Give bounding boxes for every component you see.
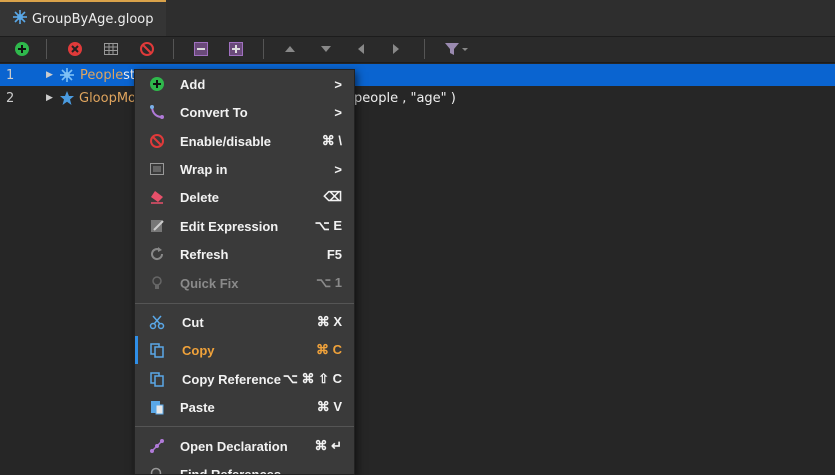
toolbar-separator: [263, 39, 264, 59]
node-text: people , "age" ): [354, 91, 456, 106]
search-icon: [149, 466, 165, 475]
up-arrow-icon[interactable]: [280, 39, 300, 59]
add-icon: [149, 76, 165, 92]
toolbar-separator: [173, 39, 174, 59]
tab-groupbyage[interactable]: GroupByAge.gloop: [0, 0, 166, 36]
menu-item-copy[interactable]: Copy ⌘ C: [135, 336, 354, 364]
node-name: People: [80, 68, 123, 83]
star-icon: [59, 90, 75, 110]
expand-triangle-icon[interactable]: ▶: [46, 93, 53, 103]
menu-item-paste[interactable]: Paste ⌘ V: [135, 393, 354, 421]
menu-item-convert-to[interactable]: Convert To >: [135, 98, 354, 126]
convert-icon: [149, 104, 165, 120]
tree-row[interactable]: 2 ▶ GloopMo people , "age" ): [0, 87, 835, 109]
menu-item-enable-disable[interactable]: Enable/disable ⌘ \: [135, 127, 354, 155]
toolbar-separator: [46, 39, 47, 59]
line-number: 2: [6, 91, 36, 106]
disable-icon: [149, 133, 165, 149]
menu-item-edit-expression[interactable]: Edit Expression ⌥ E: [135, 212, 354, 240]
toolbar-separator: [424, 39, 425, 59]
menu-item-quick-fix[interactable]: Quick Fix ⌥ 1: [135, 269, 354, 297]
down-arrow-icon[interactable]: [316, 39, 336, 59]
edit-icon: [149, 218, 165, 234]
left-arrow-icon[interactable]: [351, 39, 371, 59]
node-text: st: [119, 68, 135, 83]
menu-item-delete[interactable]: Delete ⌫: [135, 183, 354, 211]
filter-icon[interactable]: [442, 39, 470, 59]
eraser-icon: [149, 189, 165, 205]
copy-reference-icon: [149, 371, 165, 387]
editor[interactable]: 1 ▶ People st 2 ▶ GloopMo people , "age"…: [0, 63, 835, 473]
expand-icon[interactable]: [226, 39, 246, 59]
context-menu: Add > Convert To > Enable/disable ⌘ \ Wr…: [134, 69, 355, 475]
menu-separator: [135, 303, 354, 304]
lightbulb-icon: [149, 275, 165, 291]
add-icon[interactable]: [12, 39, 32, 59]
gloop-service-icon: [12, 9, 28, 29]
menu-item-refresh[interactable]: Refresh F5: [135, 240, 354, 268]
refresh-icon: [149, 246, 165, 262]
wrap-icon: [149, 161, 165, 177]
menu-separator: [135, 426, 354, 427]
node-name: GloopMo: [79, 91, 136, 106]
expand-triangle-icon[interactable]: ▶: [46, 70, 53, 80]
declaration-icon: [149, 438, 165, 454]
remove-icon[interactable]: [65, 39, 85, 59]
tree-row[interactable]: 1 ▶ People st: [0, 64, 835, 86]
table-icon[interactable]: [101, 39, 121, 59]
toolbar: [0, 37, 835, 63]
right-arrow-icon[interactable]: [386, 39, 406, 59]
menu-item-copy-reference[interactable]: Copy Reference ⌥ ⌘ ⇧ C: [135, 365, 354, 393]
gloop-service-icon: [59, 67, 75, 87]
menu-item-wrap-in[interactable]: Wrap in >: [135, 155, 354, 183]
collapse-icon[interactable]: [191, 39, 211, 59]
tab-title: GroupByAge.gloop: [32, 12, 154, 27]
menu-item-open-declaration[interactable]: Open Declaration ⌘ ↵: [135, 432, 354, 460]
copy-icon: [149, 342, 165, 358]
menu-item-add[interactable]: Add >: [135, 70, 354, 98]
disable-icon[interactable]: [137, 39, 157, 59]
scissors-icon: [149, 314, 165, 330]
tab-bar: GroupByAge.gloop: [0, 0, 835, 37]
paste-icon: [149, 399, 165, 415]
menu-item-cut[interactable]: Cut ⌘ X: [135, 308, 354, 336]
line-number: 1: [6, 68, 36, 83]
